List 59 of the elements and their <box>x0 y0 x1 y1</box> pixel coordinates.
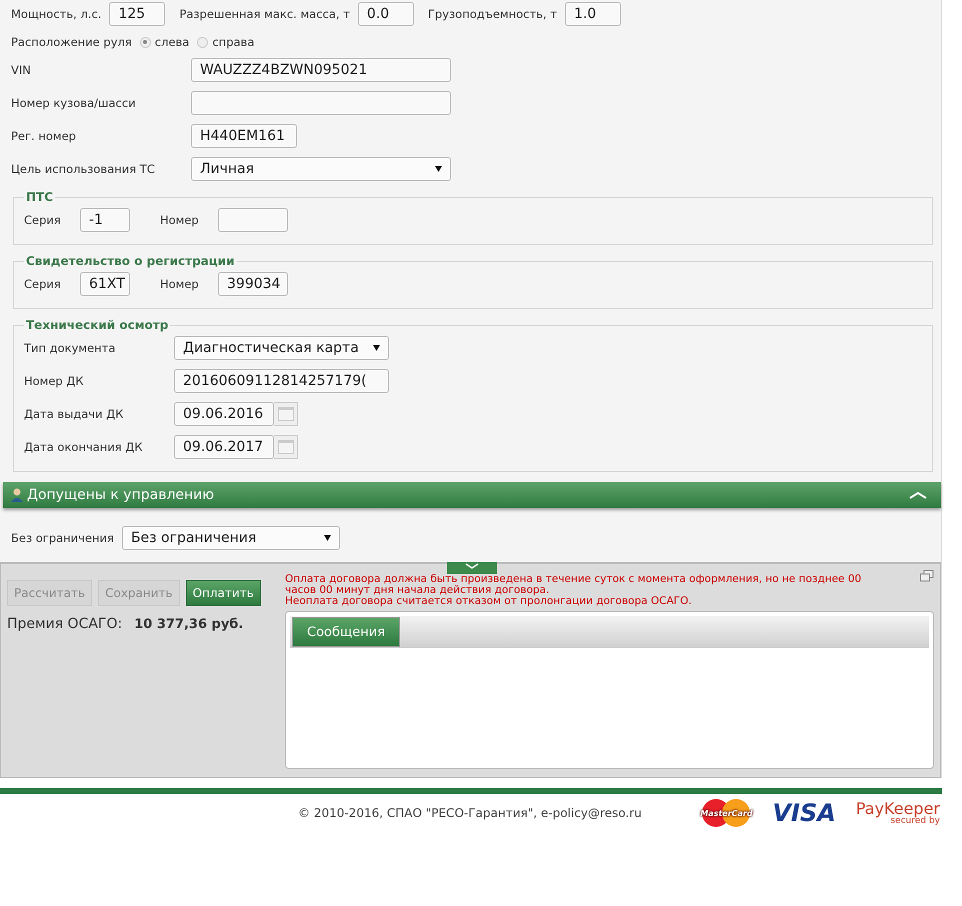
field-label: Серия <box>24 277 62 291</box>
caret-icon <box>324 535 331 541</box>
select-field[interactable]: Без ограничения <box>122 526 340 550</box>
input-field[interactable]: WAUZZZ4BZWN095021 <box>191 58 451 82</box>
input-field[interactable]: 125 <box>109 2 166 26</box>
date-field[interactable]: 09.06.2017 <box>174 435 274 459</box>
input-field[interactable]: Н440ЕМ161 <box>191 124 297 148</box>
caret-icon <box>373 345 380 351</box>
field-label: Цель использования ТС <box>11 162 156 176</box>
section-title: ПТС <box>25 190 54 204</box>
payment-notice: Неоплата договора считается отказом от пролонгации договора ОСАГО. <box>285 596 693 607</box>
field-label: Рег. номер <box>11 129 77 143</box>
premium-label: Премия ОСАГО: <box>7 616 122 632</box>
section-title: Технический осмотр <box>25 318 170 332</box>
copyright-text: © 2010-2016, СПАО "РЕСО-Гарантия", e-policy@reso.ru <box>298 806 643 820</box>
input-field[interactable]: 20160609112814257179( <box>174 369 389 393</box>
premium-value: 10 377,36 руб. <box>134 616 244 632</box>
paykeeper-logo: PayKeeper secured by <box>856 800 940 826</box>
action-button[interactable]: Оплатить <box>186 580 261 606</box>
collapse-icon[interactable] <box>909 491 927 499</box>
drivers-panel-header[interactable]: Допущены к управлению <box>3 482 941 508</box>
select-field[interactable]: Личная <box>191 157 451 181</box>
field-label: Без ограничения <box>11 531 114 545</box>
field-label: Дата выдачи ДК <box>24 407 124 421</box>
field-label: Тип документа <box>24 341 116 355</box>
field-label: Грузоподъемность, т <box>428 7 557 21</box>
calendar-icon[interactable] <box>274 435 298 459</box>
input-field[interactable]: 1.0 <box>564 2 621 26</box>
field-label: Разрешенная макс. масса, т <box>179 7 350 21</box>
payment-notice: Оплата договора должна быть произведена в течение суток с момента оформления, но не позднее 00 часов 00 минут дня начала действия договора. <box>285 574 862 596</box>
radio-option[interactable]: слева <box>140 35 190 49</box>
select-field[interactable]: Диагностическая карта <box>174 336 389 360</box>
input-field[interactable]: 61ХТ <box>80 272 130 296</box>
input-field[interactable]: -1 <box>80 208 130 232</box>
radio-option[interactable]: справа <box>197 35 254 49</box>
restore-window-icon[interactable] <box>920 570 934 582</box>
panel-title: Допущены к управлению <box>27 487 214 503</box>
field-label: Мощность, л.с. <box>11 7 102 21</box>
field-label: VIN <box>11 63 32 77</box>
input-field[interactable]: 0.0 <box>358 2 414 26</box>
field-label: Серия <box>24 213 62 227</box>
field-label: Дата окончания ДК <box>24 440 144 454</box>
date-field[interactable]: 09.06.2016 <box>174 402 274 426</box>
caret-icon <box>435 166 442 172</box>
field-label: Номер кузова/шасси <box>11 96 137 110</box>
calendar-icon[interactable] <box>274 402 298 426</box>
field-label: Номер <box>160 277 200 291</box>
visa-logo: VISA <box>772 799 836 827</box>
field-label: Номер <box>160 213 200 227</box>
messages-tab[interactable]: Сообщения <box>292 617 400 647</box>
person-icon <box>11 488 23 502</box>
field-label: Номер ДК <box>24 374 85 388</box>
chevron-down-icon <box>464 562 480 570</box>
input-field[interactable] <box>191 91 451 115</box>
toggle-tab[interactable] <box>447 562 497 574</box>
section-title: Свидетельство о регистрации <box>25 254 236 268</box>
input-field[interactable] <box>218 208 288 232</box>
input-field[interactable]: 399034 <box>218 272 288 296</box>
field-label: Расположение руля <box>11 35 132 49</box>
